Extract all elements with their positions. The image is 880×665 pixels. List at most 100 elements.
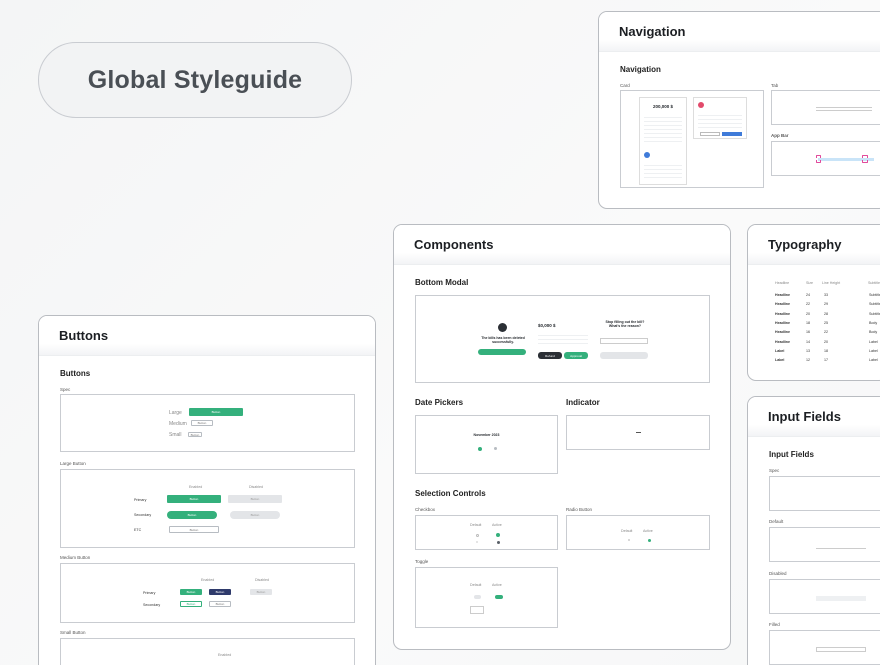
medium-button-label: Medium Button	[60, 555, 91, 560]
app-bar-marker-left	[816, 155, 821, 163]
date-selected[interactable]	[478, 447, 482, 451]
indicator-dots	[636, 432, 641, 433]
card-right-lines	[698, 112, 742, 128]
input-spec-preview	[769, 476, 880, 511]
toggle-default-label: Default	[470, 583, 482, 587]
checkbox-default[interactable]	[476, 534, 479, 537]
checkbox-active[interactable]	[496, 533, 500, 537]
input-disabled-preview	[769, 579, 880, 614]
refund-button[interactable]: Refund	[538, 352, 562, 359]
checkbox-active-label: Active	[492, 523, 502, 527]
buttons-spec-label: Spec	[60, 387, 71, 392]
size-small-label: Small	[169, 432, 182, 438]
card-confirm-button[interactable]	[722, 132, 742, 136]
input-filled-field[interactable]	[816, 647, 866, 652]
indicator-title: Indicator	[566, 398, 600, 407]
date-picker-preview: November 2023	[415, 415, 558, 474]
input-filled-preview	[769, 630, 880, 665]
modal-detail-lines	[538, 332, 588, 346]
buttons-panel-title: Buttons	[59, 328, 109, 343]
typography-cell-lh: 18	[824, 348, 828, 353]
typography-cell-lh: 28	[824, 311, 828, 316]
checkbox-active-2[interactable]	[497, 541, 500, 544]
bottom-modal-preview: The bills has been deleted successfully.…	[415, 295, 710, 383]
card-bank-icon	[644, 152, 650, 158]
input-default-field[interactable]	[816, 544, 866, 549]
medium-primary-enabled[interactable]: Button	[180, 589, 202, 595]
modal-amount: $0,000 $	[538, 323, 556, 328]
toggle-active-label: Active	[492, 583, 502, 587]
typography-panel-title: Typography	[768, 237, 842, 252]
large-col-disabled: Disabled	[249, 485, 263, 489]
toggle-default[interactable]	[474, 595, 481, 599]
typography-cell-size: 12	[806, 358, 810, 363]
medium-col-enabled: Enabled	[201, 578, 215, 582]
card-lines-2	[644, 162, 682, 180]
medium-primary-navy[interactable]: Button	[209, 589, 231, 595]
spec-medium-button[interactable]: Button	[191, 420, 213, 426]
typography-cell-lh: 22	[824, 330, 828, 335]
modal-confirm-button[interactable]	[478, 349, 526, 355]
medium-secondary-outline[interactable]: Button	[209, 601, 231, 607]
components-panel: Components Bottom Modal The bills has be…	[393, 224, 731, 650]
spec-large-button[interactable]: Button	[189, 408, 243, 416]
small-col-enabled: Enabled	[218, 653, 232, 657]
typography-cell-name: Headline	[775, 320, 790, 325]
typography-cell-sub: Body	[869, 320, 878, 325]
reason-select[interactable]	[600, 338, 648, 344]
checkbox-default-2[interactable]	[476, 541, 478, 543]
large-etc-button[interactable]: Button	[169, 526, 219, 533]
medium-row-secondary: Secondary	[143, 603, 161, 607]
typography-cell-name: Headline	[775, 330, 790, 335]
typography-cell-name: Headline	[775, 293, 790, 297]
card-lines	[644, 114, 682, 144]
approval-button[interactable]: Approval	[564, 352, 588, 359]
date-other[interactable]	[494, 447, 497, 450]
typo-header-name: Headline	[775, 281, 790, 285]
typography-cell-sub: Subtitle	[869, 311, 880, 316]
radio-active[interactable]	[648, 539, 651, 542]
input-default-preview	[769, 527, 880, 562]
large-row-primary: Primary	[134, 498, 147, 502]
selection-controls-title: Selection Controls	[415, 489, 486, 498]
toggle-active[interactable]	[495, 595, 503, 599]
typo-header-sub: Subtitle	[868, 281, 880, 285]
typography-cell-sub: Subtitle	[869, 293, 880, 297]
radio-default[interactable]	[628, 539, 630, 541]
typography-cell-lh: 17	[824, 358, 828, 363]
buttons-spec-preview: Large Button Medium Button Small Button	[60, 394, 355, 452]
card-amount: 200,000 $	[652, 104, 674, 109]
input-fields-panel-title: Input Fields	[768, 409, 841, 424]
radio-preview: Default Active	[566, 515, 710, 550]
components-panel-header: Components	[394, 225, 730, 265]
tab-label: Tab	[771, 83, 779, 88]
card-cancel-button[interactable]	[700, 132, 720, 136]
app-bar-label: App Bar	[771, 133, 789, 138]
typography-panel: Typography Headline Size Line Height Sub…	[747, 224, 880, 381]
input-disabled-field	[816, 596, 866, 601]
date-pickers-title: Date Pickers	[415, 398, 464, 407]
styleguide-title-pill: Global Styleguide	[38, 42, 352, 118]
navigation-panel-title: Navigation	[619, 24, 686, 39]
typography-cell-name: Headline	[775, 302, 790, 307]
toggle-legend	[470, 606, 484, 614]
large-row-secondary: Secondary	[134, 513, 152, 517]
navigation-section-title: Navigation	[620, 65, 661, 74]
large-primary-enabled[interactable]: Button	[167, 495, 221, 503]
radio-active-label: Active	[643, 529, 653, 533]
spec-small-button[interactable]: Button	[188, 432, 202, 437]
medium-secondary-enabled[interactable]: Button	[180, 601, 202, 607]
tab-mock	[816, 107, 872, 111]
size-large-label: Large	[169, 410, 182, 416]
toggle-label: Toggle	[415, 559, 429, 564]
large-row-etc: ETC	[134, 528, 142, 532]
toggle-preview: Default Active	[415, 567, 558, 628]
typography-cell-sub: Label	[869, 348, 878, 353]
bottom-modal-title: Bottom Modal	[415, 278, 469, 287]
large-secondary-enabled[interactable]: Button	[167, 511, 217, 519]
typography-cell-lh: 29	[824, 302, 828, 307]
app-bar-marker-right	[862, 155, 868, 163]
typography-cell-name: Label	[775, 348, 785, 353]
medium-col-disabled: Disabled	[255, 578, 269, 582]
buttons-panel: Buttons Buttons Spec Large Button Medium…	[38, 315, 376, 665]
